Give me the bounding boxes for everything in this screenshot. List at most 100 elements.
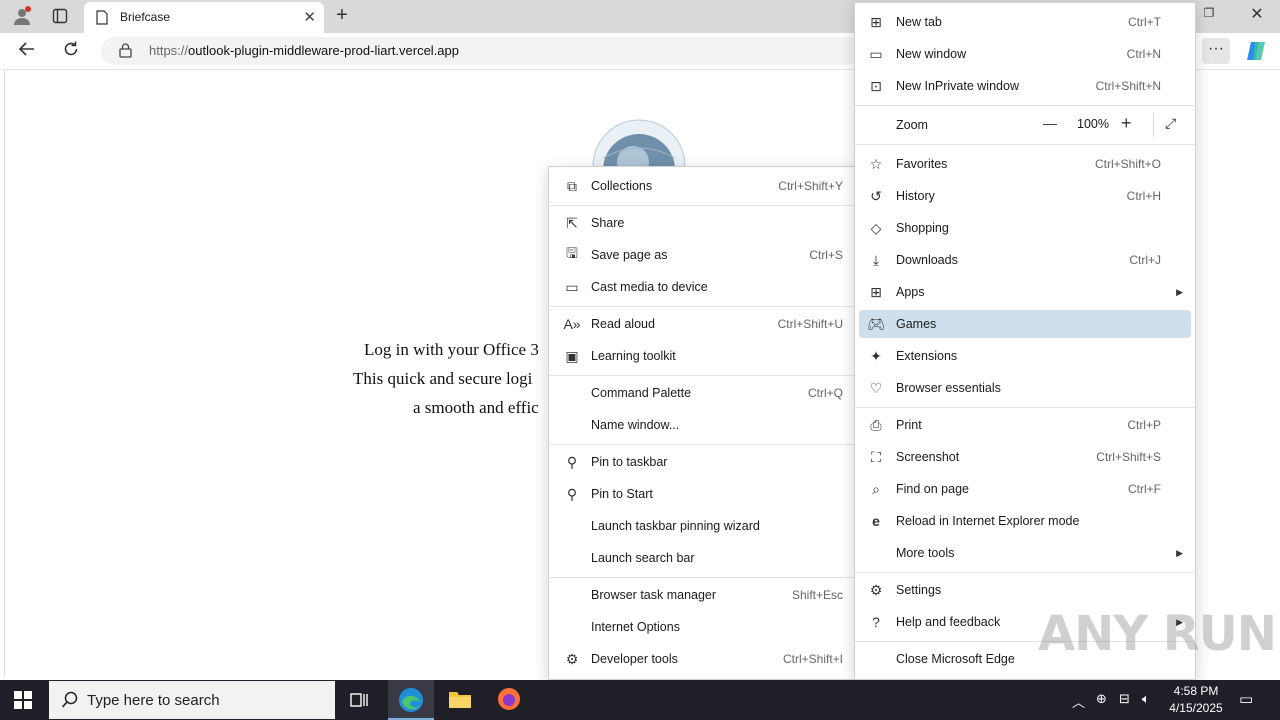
menu-item-games[interactable]: 🎮︎ Games — [859, 310, 1191, 338]
workspaces-icon[interactable] — [50, 6, 70, 26]
menu-item-new-window[interactable]: ▭ New window Ctrl+N — [855, 39, 1195, 69]
menu-item-label: Apps — [896, 285, 925, 299]
copilot-icon[interactable] — [1245, 40, 1269, 62]
back-arrow-icon[interactable] — [18, 40, 40, 62]
menu-item-settings[interactable]: ⚙ Settings — [855, 575, 1195, 605]
windows-start-icon[interactable] — [14, 691, 34, 711]
menu-divider — [855, 572, 1195, 573]
menu-item-label: History — [896, 189, 935, 203]
menu-divider — [855, 407, 1195, 408]
collections-icon: ⧉ — [567, 177, 577, 194]
menu-item-label: New InPrivate window — [896, 79, 1019, 93]
heart-pulse-icon: ♡ — [869, 379, 883, 396]
menu-item-shortcut: Ctrl+Shift+S — [1096, 450, 1161, 464]
url-text: https://outlook-plugin-middleware-prod-l… — [149, 43, 459, 58]
restore-window-icon[interactable]: ❐ — [1196, 6, 1222, 26]
profile-avatar-icon[interactable] — [10, 5, 34, 27]
menu-item-favorites[interactable]: ☆ Favorites Ctrl+Shift+O — [855, 149, 1195, 179]
menu-item-ie-mode[interactable]: e Reload in Internet Explorer mode — [855, 506, 1195, 536]
zoom-in-button[interactable]: + — [1121, 113, 1132, 134]
menu-item-launch-search-bar[interactable]: Launch search bar — [549, 543, 857, 573]
clock-time[interactable]: 4:58 PM — [1171, 684, 1221, 698]
settings-and-more-button[interactable]: ··· — [1202, 38, 1230, 64]
menu-item-label: Reload in Internet Explorer mode — [896, 514, 1080, 528]
tray-overflow-icon[interactable]: ︿ — [1072, 692, 1085, 711]
close-window-icon[interactable]: ✕ — [1244, 4, 1270, 26]
menu-item-label: Launch search bar — [591, 551, 695, 565]
tray-app-icon[interactable]: ⊕ — [1096, 691, 1107, 707]
menu-item-history[interactable]: ↺ History Ctrl+H — [855, 181, 1195, 211]
clock-date[interactable]: 4/15/2025 — [1164, 701, 1228, 715]
zoom-level: 100% — [1077, 117, 1109, 131]
file-explorer-icon[interactable] — [448, 688, 472, 710]
menu-item-task-manager[interactable]: Browser task manager Shift+Esc — [549, 580, 857, 610]
lock-icon[interactable] — [119, 43, 132, 61]
network-icon[interactable]: ⊟ — [1119, 691, 1130, 707]
taskbar-edge-button[interactable] — [388, 680, 434, 720]
menu-item-downloads[interactable]: ⤓ Downloads Ctrl+J — [855, 245, 1195, 275]
menu-item-shortcut: Ctrl+Shift+Y — [778, 179, 843, 193]
devtools-icon: ⚙ — [565, 650, 579, 667]
menu-item-label: Save page as — [591, 248, 668, 262]
menu-item-pinning-wizard[interactable]: Launch taskbar pinning wizard — [549, 511, 857, 541]
menu-item-label: Screenshot — [896, 450, 960, 464]
puzzle-icon: ✦ — [870, 347, 882, 364]
menu-item-save-page-as[interactable]: 🖫 Save page as Ctrl+S — [549, 240, 857, 270]
zoom-out-button[interactable]: — — [1043, 115, 1057, 131]
menu-item-print[interactable]: ⎙ Print Ctrl+P — [855, 410, 1195, 440]
page-icon — [96, 10, 108, 28]
close-tab-icon[interactable]: ✕ — [303, 8, 316, 26]
menu-item-label: Browser essentials — [896, 381, 1001, 395]
page-heading-line1: Log in with your Office 3 — [364, 340, 539, 359]
new-tab-icon: ⊞ — [870, 13, 882, 30]
tag-icon: ◇ — [870, 219, 882, 236]
menu-item-label: Close Microsoft Edge — [896, 652, 1015, 666]
menu-item-shortcut: Shift+Esc — [791, 588, 843, 602]
task-view-icon[interactable] — [349, 690, 371, 710]
pin-icon: ⚲ — [566, 453, 578, 470]
menu-item-apps[interactable]: ⊞ Apps ▶ — [855, 277, 1195, 307]
menu-item-cast-media[interactable]: ▭ Cast media to device — [549, 272, 857, 302]
ie-icon: e — [872, 513, 880, 529]
menu-item-internet-options[interactable]: Internet Options — [549, 612, 857, 642]
menu-item-learning-toolkit[interactable]: ▣ Learning toolkit — [549, 341, 857, 371]
notifications-icon[interactable]: ▭ — [1239, 690, 1253, 708]
menu-item-command-palette[interactable]: Command Palette Ctrl+Q — [549, 378, 857, 408]
taskbar-search-box[interactable]: Type here to search — [49, 681, 335, 719]
menu-item-name-window[interactable]: Name window... — [549, 410, 857, 440]
menu-item-new-tab[interactable]: ⊞ New tab Ctrl+T — [855, 7, 1195, 37]
menu-item-find-on-page[interactable]: ⌕ Find on page Ctrl+F — [855, 474, 1195, 504]
refresh-icon[interactable] — [62, 40, 84, 62]
tab-briefcase[interactable]: Briefcase ✕ — [84, 2, 324, 33]
menu-item-read-aloud[interactable]: A» Read aloud Ctrl+Shift+U — [549, 309, 857, 339]
search-icon — [61, 691, 79, 712]
menu-item-label: Learning toolkit — [591, 349, 676, 363]
learning-icon: ▣ — [565, 347, 579, 364]
menu-item-label: Find on page — [896, 482, 969, 496]
menu-item-collections[interactable]: ⧉ Collections Ctrl+Shift+Y — [549, 171, 857, 201]
menu-item-pin-to-taskbar[interactable]: ⚲ Pin to taskbar — [549, 447, 857, 477]
menu-item-more-tools[interactable]: More tools ▶ — [855, 538, 1195, 568]
menu-divider — [855, 105, 1195, 106]
menu-item-label: Games — [896, 317, 937, 331]
menu-item-browser-essentials[interactable]: ♡ Browser essentials — [855, 373, 1195, 403]
menu-item-shopping[interactable]: ◇ Shopping — [855, 213, 1195, 243]
submenu-arrow-icon: ▶ — [1176, 547, 1183, 558]
firefox-icon[interactable] — [497, 687, 521, 711]
address-bar[interactable]: https://outlook-plugin-middleware-prod-l… — [101, 37, 861, 65]
menu-item-developer-tools[interactable]: ⚙ Developer tools Ctrl+Shift+I — [549, 644, 857, 674]
menu-item-label: Favorites — [896, 157, 948, 171]
menu-item-extensions[interactable]: ✦ Extensions — [855, 341, 1195, 371]
page-text-line2: This quick and secure logi — [353, 369, 533, 388]
read-aloud-icon: A» — [563, 316, 581, 332]
menu-item-share[interactable]: ⇱ Share — [549, 208, 857, 238]
menu-item-pin-to-start[interactable]: ⚲ Pin to Start — [549, 479, 857, 509]
menu-item-label: Shopping — [896, 221, 949, 235]
zoom-divider — [1153, 113, 1154, 137]
menu-item-screenshot[interactable]: ⛶ Screenshot Ctrl+Shift+S — [855, 442, 1195, 472]
menu-item-new-inprivate[interactable]: ⊡ New InPrivate window Ctrl+Shift+N — [855, 71, 1195, 101]
volume-icon[interactable]: 🔈︎ — [1142, 691, 1150, 707]
fullscreen-icon[interactable]: ⤢ — [1165, 115, 1176, 132]
new-tab-button[interactable]: + — [330, 4, 354, 28]
menu-divider — [855, 144, 1195, 145]
